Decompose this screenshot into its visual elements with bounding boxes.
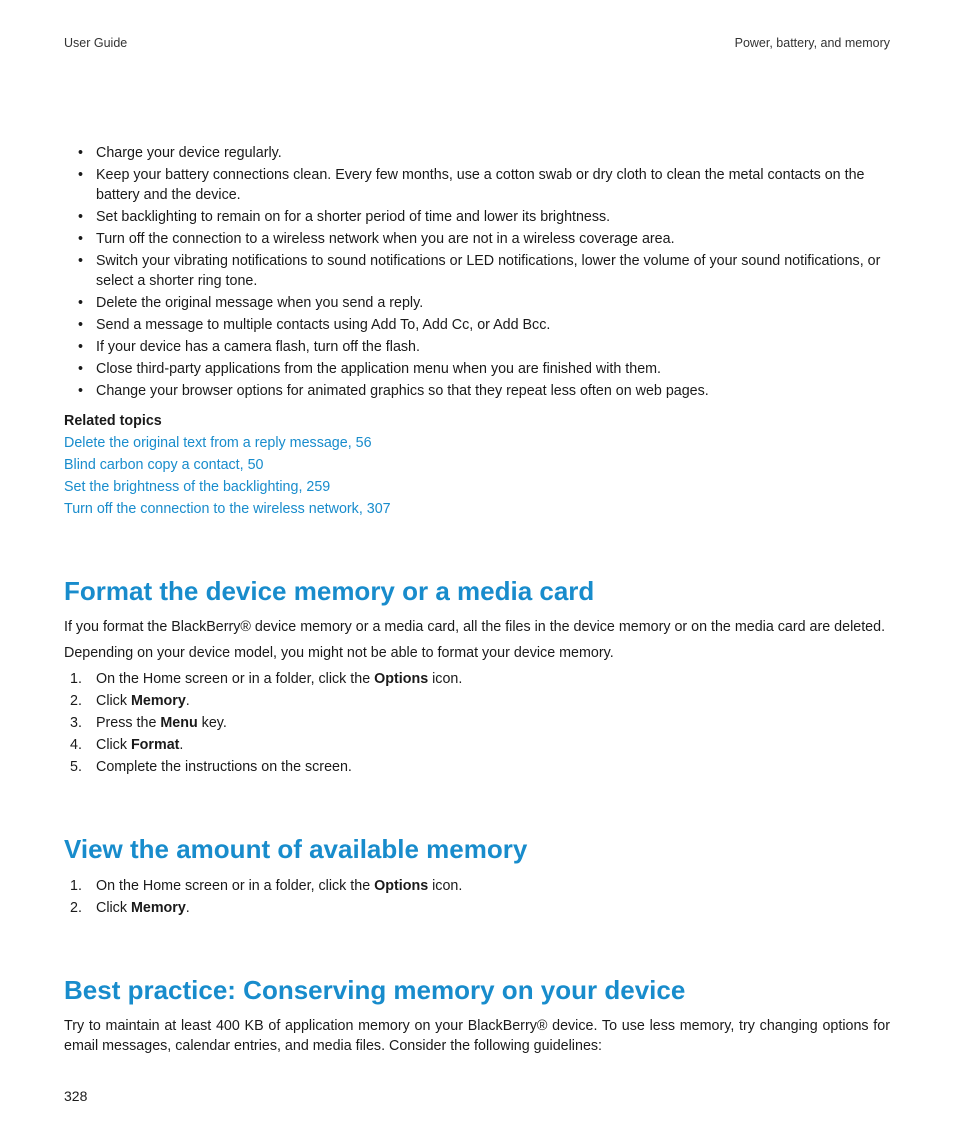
view-steps: On the Home screen or in a folder, click… [64, 876, 890, 918]
step-item: Complete the instructions on the screen. [64, 757, 890, 777]
step-bold: Format [131, 737, 179, 753]
step-bold: Options [374, 878, 428, 894]
page-number: 328 [64, 1087, 87, 1107]
step-text: icon. [428, 671, 462, 687]
section-heading-view: View the amount of available memory [64, 831, 890, 867]
step-item: Click Memory. [64, 691, 890, 711]
step-bold: Menu [160, 715, 197, 731]
step-text: Press the [96, 715, 160, 731]
related-link[interactable]: Blind carbon copy a contact, 50 [64, 455, 890, 475]
step-bold: Memory [131, 693, 186, 709]
list-item: Charge your device regularly. [64, 143, 890, 163]
paragraph: If you format the BlackBerry® device mem… [64, 617, 890, 637]
step-text: . [179, 737, 183, 753]
step-bold: Options [374, 671, 428, 687]
step-item: On the Home screen or in a folder, click… [64, 669, 890, 689]
step-item: Click Format. [64, 735, 890, 755]
step-text: On the Home screen or in a folder, click… [96, 878, 374, 894]
list-item: Close third-party applications from the … [64, 359, 890, 379]
step-text: Click [96, 737, 131, 753]
paragraph: Try to maintain at least 400 KB of appli… [64, 1016, 890, 1056]
list-item: Keep your battery connections clean. Eve… [64, 165, 890, 205]
step-bold: Memory [131, 900, 186, 916]
step-item: Press the Menu key. [64, 713, 890, 733]
page-header: User Guide Power, battery, and memory [64, 35, 890, 53]
step-text: On the Home screen or in a folder, click… [96, 671, 374, 687]
document-page: User Guide Power, battery, and memory Ch… [0, 0, 954, 1145]
related-link[interactable]: Delete the original text from a reply me… [64, 433, 890, 453]
list-item: If your device has a camera flash, turn … [64, 337, 890, 357]
section-heading-format: Format the device memory or a media card [64, 573, 890, 609]
list-item: Delete the original message when you sen… [64, 293, 890, 313]
step-text: icon. [428, 878, 462, 894]
step-text: Click [96, 900, 131, 916]
related-link[interactable]: Turn off the connection to the wireless … [64, 499, 890, 519]
related-link[interactable]: Set the brightness of the backlighting, … [64, 477, 890, 497]
paragraph: Depending on your device model, you migh… [64, 643, 890, 663]
list-item: Set backlighting to remain on for a shor… [64, 207, 890, 227]
header-right: Power, battery, and memory [735, 35, 890, 53]
section-heading-best-practice: Best practice: Conserving memory on your… [64, 972, 890, 1008]
related-topics-heading: Related topics [64, 411, 890, 431]
battery-tips-list: Charge your device regularly. Keep your … [64, 143, 890, 401]
list-item: Switch your vibrating notifications to s… [64, 251, 890, 291]
header-left: User Guide [64, 35, 127, 53]
list-item: Send a message to multiple contacts usin… [64, 315, 890, 335]
step-text: . [186, 693, 190, 709]
step-text: key. [198, 715, 227, 731]
step-item: On the Home screen or in a folder, click… [64, 876, 890, 896]
format-steps: On the Home screen or in a folder, click… [64, 669, 890, 777]
step-item: Click Memory. [64, 898, 890, 918]
list-item: Change your browser options for animated… [64, 381, 890, 401]
list-item: Turn off the connection to a wireless ne… [64, 229, 890, 249]
step-text: . [186, 900, 190, 916]
step-text: Click [96, 693, 131, 709]
